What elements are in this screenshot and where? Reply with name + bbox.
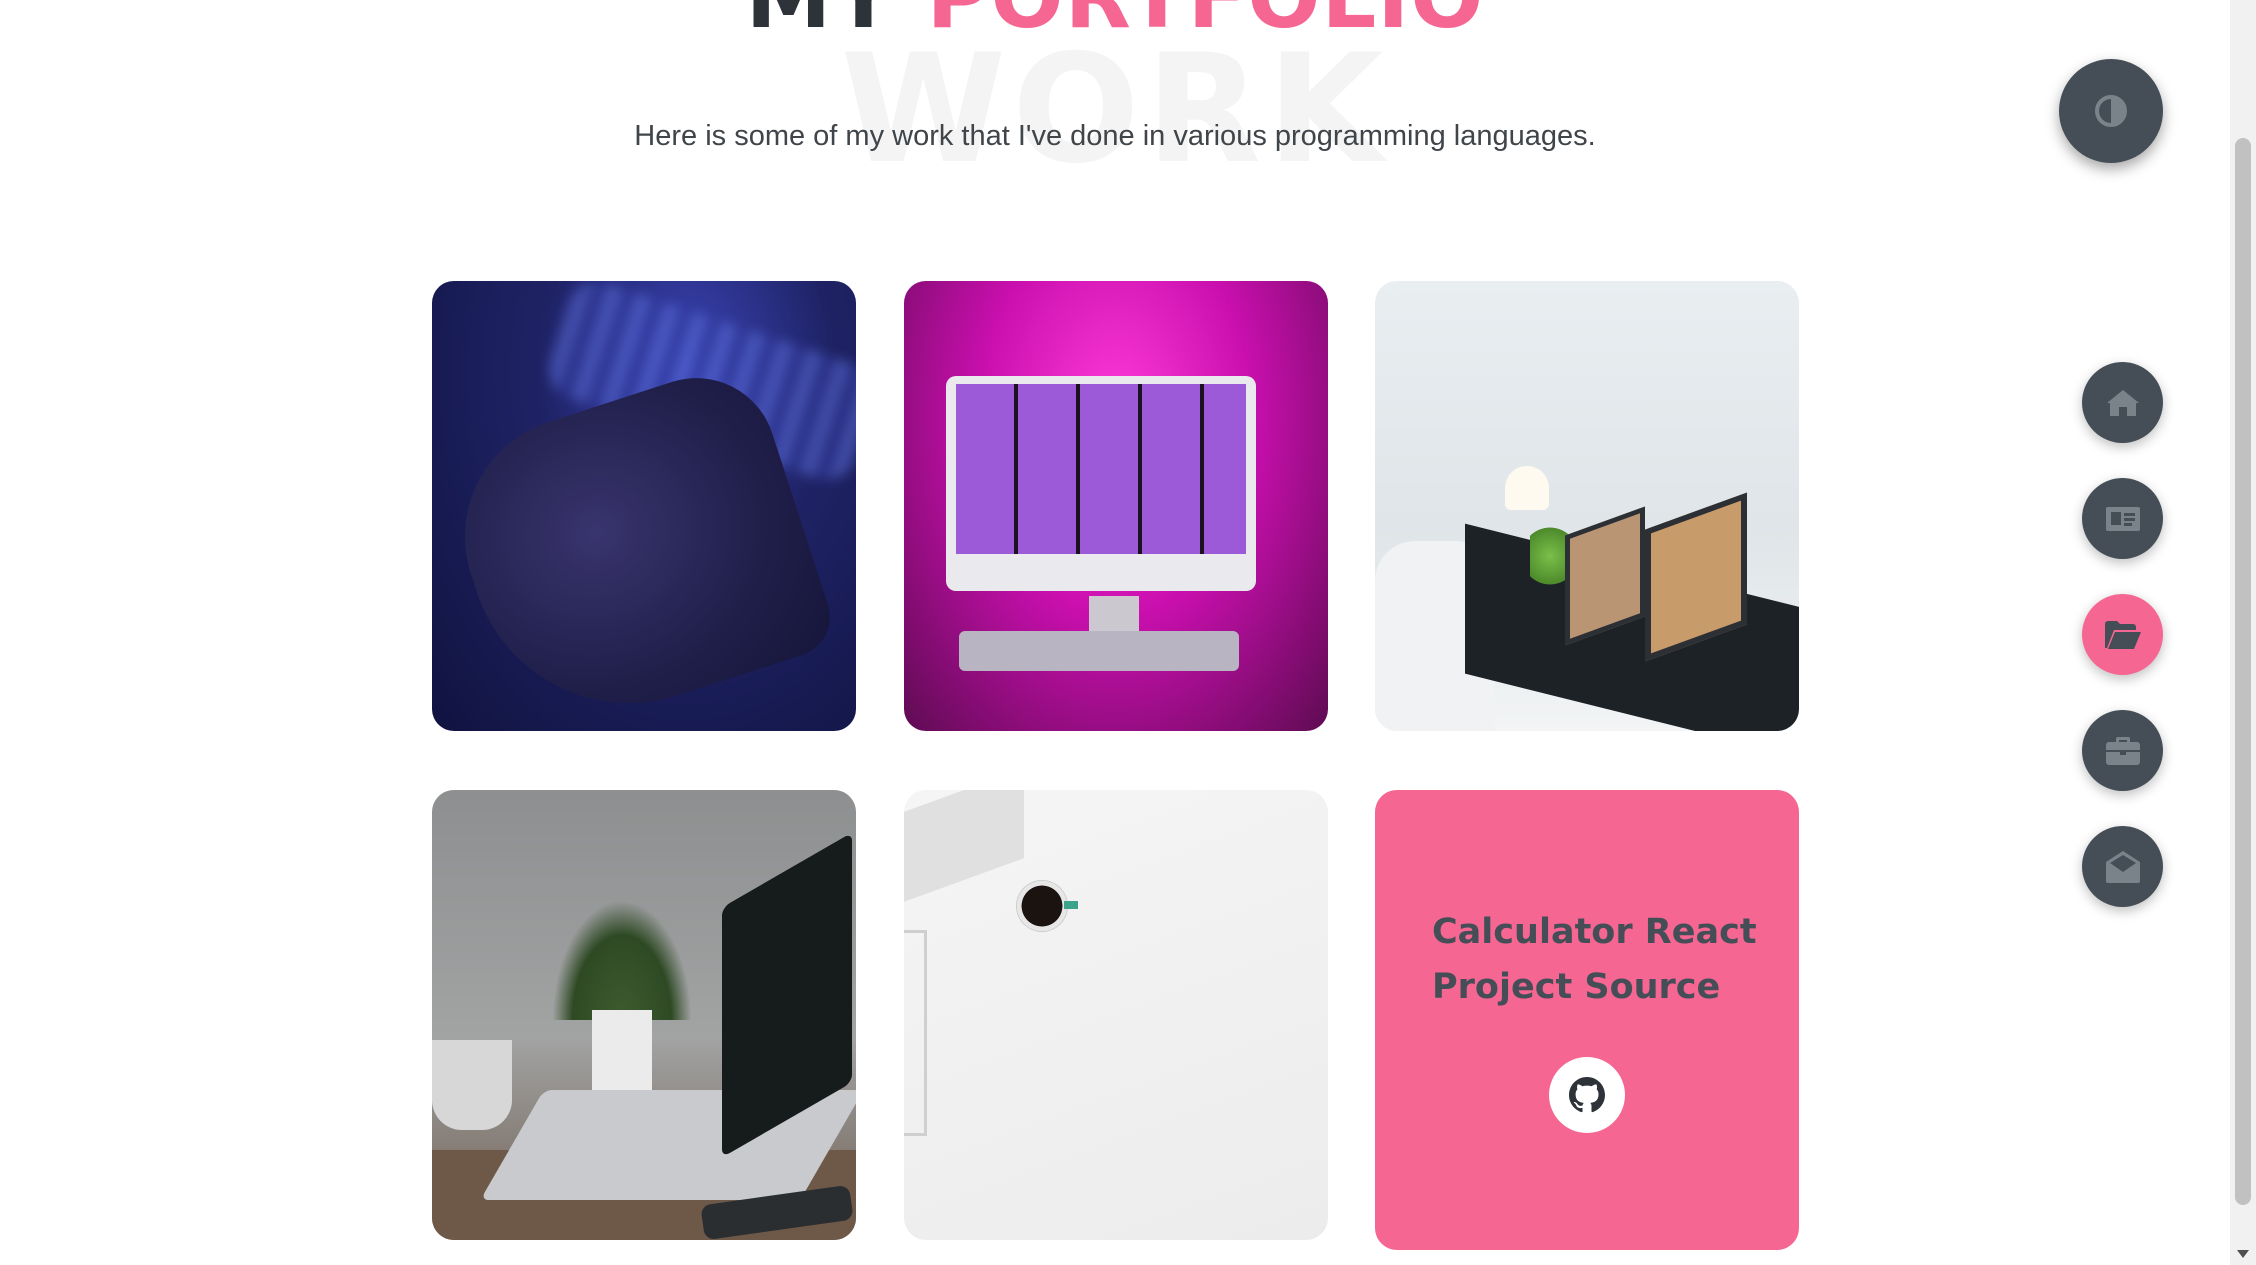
page-title: MY PORTFOLIO [0, 0, 2230, 48]
portfolio-item-keyboard[interactable] [432, 281, 856, 731]
github-link-button[interactable] [1549, 1057, 1625, 1133]
page-title-first: MY [746, 0, 896, 48]
plant-image-part [552, 900, 692, 1020]
github-icon [1569, 1077, 1605, 1113]
paper-image-part [904, 790, 1024, 902]
coffee-cup-image-part [1016, 880, 1068, 932]
scroll-down-arrow-icon[interactable] [2237, 1250, 2249, 1258]
lamp-image-part [1505, 466, 1549, 510]
pot-image-part [592, 1010, 652, 1100]
nav-portfolio-button[interactable] [2082, 594, 2163, 675]
monitor-image-part [946, 376, 1256, 591]
cup-image-part [432, 1040, 512, 1130]
nav-contact-button[interactable] [2082, 826, 2163, 907]
folder-open-icon [2104, 620, 2141, 649]
cup-handle-image-part [1064, 901, 1078, 909]
background-word: WORK [840, 23, 1390, 197]
briefcase-icon [2105, 736, 2140, 765]
portfolio-item-laptop[interactable] [432, 790, 856, 1240]
envelope-open-icon [2105, 850, 2140, 883]
section-subtitle: Here is some of my work that I've done i… [634, 120, 1596, 152]
home-icon [2106, 389, 2139, 416]
nav-experience-button[interactable] [2082, 710, 2163, 791]
portfolio-item-title: Calculator React Project Source [1432, 912, 1757, 1007]
monitor-stand-image-part [1089, 596, 1139, 636]
keyboard-image-part [959, 631, 1239, 671]
plant-image-part [1530, 521, 1570, 591]
id-card-icon [2105, 506, 2140, 531]
portfolio-item-desktop[interactable] [904, 281, 1328, 731]
portfolio-item-coffee[interactable] [904, 790, 1328, 1240]
frame-image-part [904, 930, 927, 1136]
scrollbar-thumb[interactable] [2235, 138, 2251, 1205]
nav-about-button[interactable] [2082, 478, 2163, 559]
portfolio-item-calculator[interactable]: Calculator React Project Source [1375, 790, 1799, 1250]
portfolio-item-workspace[interactable] [1375, 281, 1799, 731]
page-title-accent: PORTFOLIO [926, 0, 1484, 48]
page-scrollbar[interactable] [2230, 0, 2256, 1265]
nav-home-button[interactable] [2082, 362, 2163, 443]
